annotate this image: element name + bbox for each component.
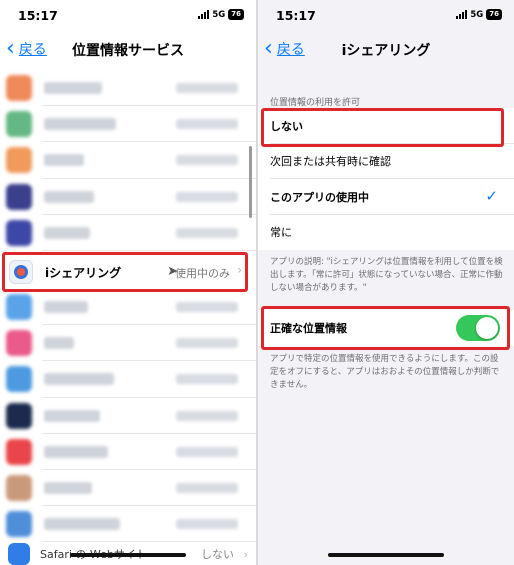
app-icon [6,147,32,174]
precise-location-label: 正確な位置情報 [270,322,347,335]
nav-bar: ‹ 戻る iシェアリング [258,30,514,70]
precise-location-row: 正確な位置情報 [258,310,514,346]
list-item[interactable] [0,398,256,434]
status-indicators: 5G 76 [456,9,502,20]
list-item[interactable] [0,361,256,398]
map-pin-icon [14,265,28,279]
app-icon [6,183,32,210]
option-label: しない [270,119,303,133]
app-icon [6,438,32,465]
checkmark-icon: ✓ [485,187,498,205]
list-item[interactable] [0,434,256,470]
app-icon [6,75,32,102]
list-item[interactable] [0,70,256,107]
app-explanation: アプリの説明: "iシェアリングは位置情報を利用して位置を検出します。「常に許可… [270,257,503,293]
app-icon [6,111,32,138]
option-while-using[interactable]: このアプリの使用中 ✓ [258,179,514,215]
home-indicator[interactable] [328,553,444,557]
compass-icon [8,543,30,565]
app-icon [6,219,32,246]
list-item[interactable] [0,325,256,362]
status-time: 15:17 [276,8,316,23]
app-icon [6,366,32,393]
section-header: 位置情報の利用を許可 [270,98,361,108]
battery-icon: 76 [228,9,244,20]
signal-icon [456,10,468,19]
option-label: このアプリの使用中 [270,190,369,204]
chevron-right-icon: › [243,547,248,561]
app-icon [6,402,32,429]
app-name: iシェアリング [45,265,122,280]
location-access-value: しない [201,548,234,561]
list-item-ishare[interactable]: iシェアリング ➤ 使用中のみ › [0,253,250,291]
app-list [0,70,256,543]
signal-icon [198,10,210,19]
app-icon [6,511,32,538]
list-item[interactable] [0,106,256,143]
precise-location-toggle[interactable] [456,315,500,341]
network-type: 5G [212,9,226,20]
status-time: 15:17 [18,8,58,23]
location-access-options: しない 次回または共有時に確認 このアプリの使用中 ✓ 常に [258,108,514,250]
list-item[interactable] [0,215,256,251]
ishare-app-icon [9,260,33,284]
list-item[interactable] [0,142,256,179]
app-location-settings-screen: 15:17 5G 76 ‹ 戻る iシェアリング 位置情報の利用を許可 しない … [258,0,514,565]
status-indicators: 5G 76 [198,9,244,20]
location-services-screen: 15:17 5G 76 ‹ 戻る 位置情報サービス iシェアリング ➤ 使用中の… [0,0,256,565]
location-access-value: 使用中のみ [175,267,230,280]
nav-bar: ‹ 戻る 位置情報サービス [0,30,256,70]
home-indicator[interactable] [70,553,186,557]
list-item[interactable] [0,470,256,507]
option-never[interactable]: しない [258,108,514,144]
app-icon [6,294,32,321]
chevron-right-icon: › [237,263,242,277]
list-item[interactable] [0,179,256,215]
option-always[interactable]: 常に [258,215,514,251]
option-label: 次回または共有時に確認 [270,155,391,169]
battery-icon: 76 [486,9,502,20]
page-title: iシェアリング [341,43,431,59]
scrollbar[interactable] [249,146,252,218]
status-bar: 15:17 5G 76 [0,0,256,30]
status-bar: 15:17 5G 76 [258,0,514,30]
app-icon [6,474,32,501]
precise-location-footnote: アプリで特定の位置情報を使用できるようにします。この設定をオフにすると、アプリは… [270,354,500,390]
network-type: 5G [470,9,484,20]
option-label: 常に [270,226,292,240]
page-title: 位置情報サービス [72,43,184,59]
option-ask-next-time[interactable]: 次回または共有時に確認 [258,144,514,179]
toggle-knob [476,317,498,339]
list-item[interactable] [0,506,256,543]
app-icon [6,330,32,357]
list-item[interactable] [0,289,256,326]
